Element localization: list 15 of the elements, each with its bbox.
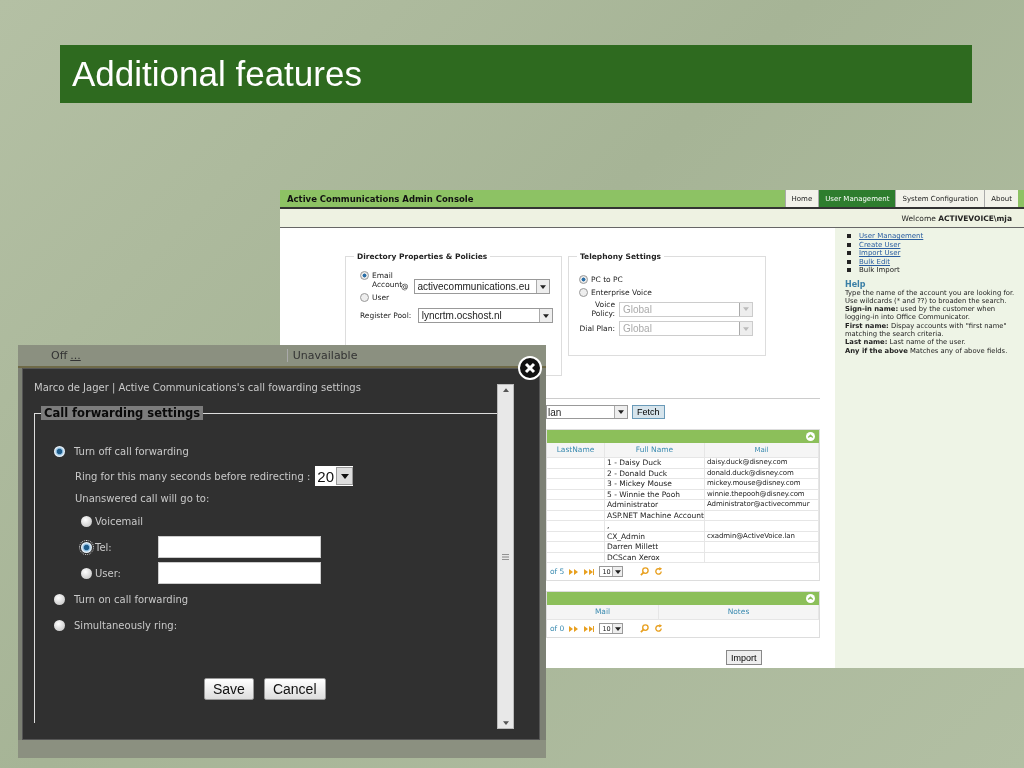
radio-label: Turn off call forwarding: [74, 445, 189, 457]
slide-title: Additional features: [72, 54, 362, 94]
availability-text: Unavailable: [286, 349, 358, 362]
dialog-header: Marco de Jager | Active Communications's call fowarding settings: [34, 382, 362, 393]
radio-label: Simultaneously ring:: [74, 619, 177, 631]
note-text: Unanswered call will go to:: [75, 492, 210, 504]
status-text: Off: [51, 349, 68, 362]
radio-label: Turn on call forwarding: [74, 593, 189, 605]
console-title: Active Communications Admin Console: [287, 193, 474, 204]
help-heading: Help: [845, 279, 867, 289]
radio-label: Voicemail: [95, 515, 145, 527]
fieldset-legend: Call forwarding settings: [41, 406, 204, 420]
radio-label: User:: [95, 567, 122, 579]
ring-label: Ring for this many seconds before redirecting :: [75, 470, 311, 482]
radio-label: Tel:: [95, 541, 113, 553]
